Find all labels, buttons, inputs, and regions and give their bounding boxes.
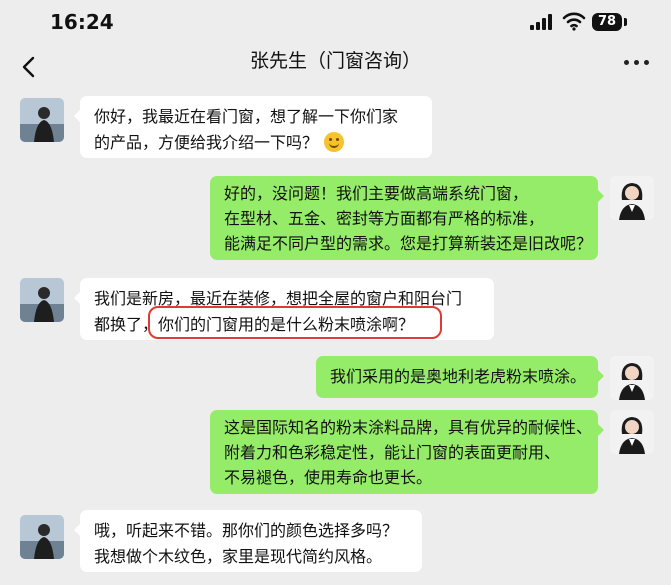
chat-header: 张先生（门窗咨询） <box>0 46 671 88</box>
message-bubble[interactable]: 这是国际知名的粉末涂料品牌，具有优异的耐候性、 附着力和色彩稳定性，能让门窗的表… <box>210 410 604 494</box>
battery-icon: 78 <box>592 13 622 31</box>
message-bubble[interactable]: 你好，我最近在看门窗，想了解一下你们家 的产品，方便给我介绍一下吗？ <box>74 96 432 158</box>
more-options-icon[interactable] <box>624 60 650 66</box>
chat-title: 张先生（门窗咨询） <box>249 50 421 72</box>
battery-tip <box>624 18 627 26</box>
message-line: 我想做个木纹色，家里是现代简约风格。 <box>94 547 383 566</box>
message-line: 能满足不同户型的需求。您是打算新装还是旧改呢？ <box>224 234 593 253</box>
message-line: 附着力和色彩稳定性，能让门窗的表面更耐用、 <box>224 443 561 462</box>
agent-avatar[interactable] <box>610 176 654 220</box>
customer-avatar[interactable] <box>20 98 64 142</box>
message-bubble[interactable]: 我们采用的是奥地利老虎粉末喷涂。 <box>316 356 604 398</box>
status-bar: 16:24 78 <box>0 0 671 46</box>
cellular-signal-icon <box>530 14 552 30</box>
message-line: 的产品，方便给我介绍一下吗？ <box>94 133 319 152</box>
message-line: 我们采用的是奥地利老虎粉末喷涂。 <box>330 367 587 386</box>
message-line: 哦，听起来不错。那你们的颜色选择多吗？ <box>94 521 399 540</box>
message-line: 这是国际知名的粉末涂料品牌，具有优异的耐候性、 <box>224 418 593 437</box>
message-line: 不易褪色，使用寿命也更长。 <box>224 468 433 487</box>
wifi-icon <box>562 12 586 31</box>
message-bubble[interactable]: 好的，没问题！我们主要做高端系统门窗， 在型材、五金、密封等方面都有严格的标准，… <box>210 176 604 260</box>
customer-avatar[interactable] <box>20 278 64 322</box>
agent-avatar[interactable] <box>610 410 654 454</box>
message-line: 好的，没问题！我们主要做高端系统门窗， <box>224 184 529 203</box>
message-line: 在型材、五金、密封等方面都有严格的标准， <box>224 209 545 228</box>
agent-avatar[interactable] <box>610 356 654 400</box>
highlight-box <box>148 306 442 339</box>
status-time: 16:24 <box>50 10 114 34</box>
customer-avatar[interactable] <box>20 515 64 559</box>
message-bubble[interactable]: 哦，听起来不错。那你们的颜色选择多吗？ 我想做个木纹色，家里是现代简约风格。 <box>74 510 422 572</box>
smile-emoji-icon <box>324 132 345 152</box>
message-line: 你好，我最近在看门窗，想了解一下你们家 <box>94 107 399 126</box>
